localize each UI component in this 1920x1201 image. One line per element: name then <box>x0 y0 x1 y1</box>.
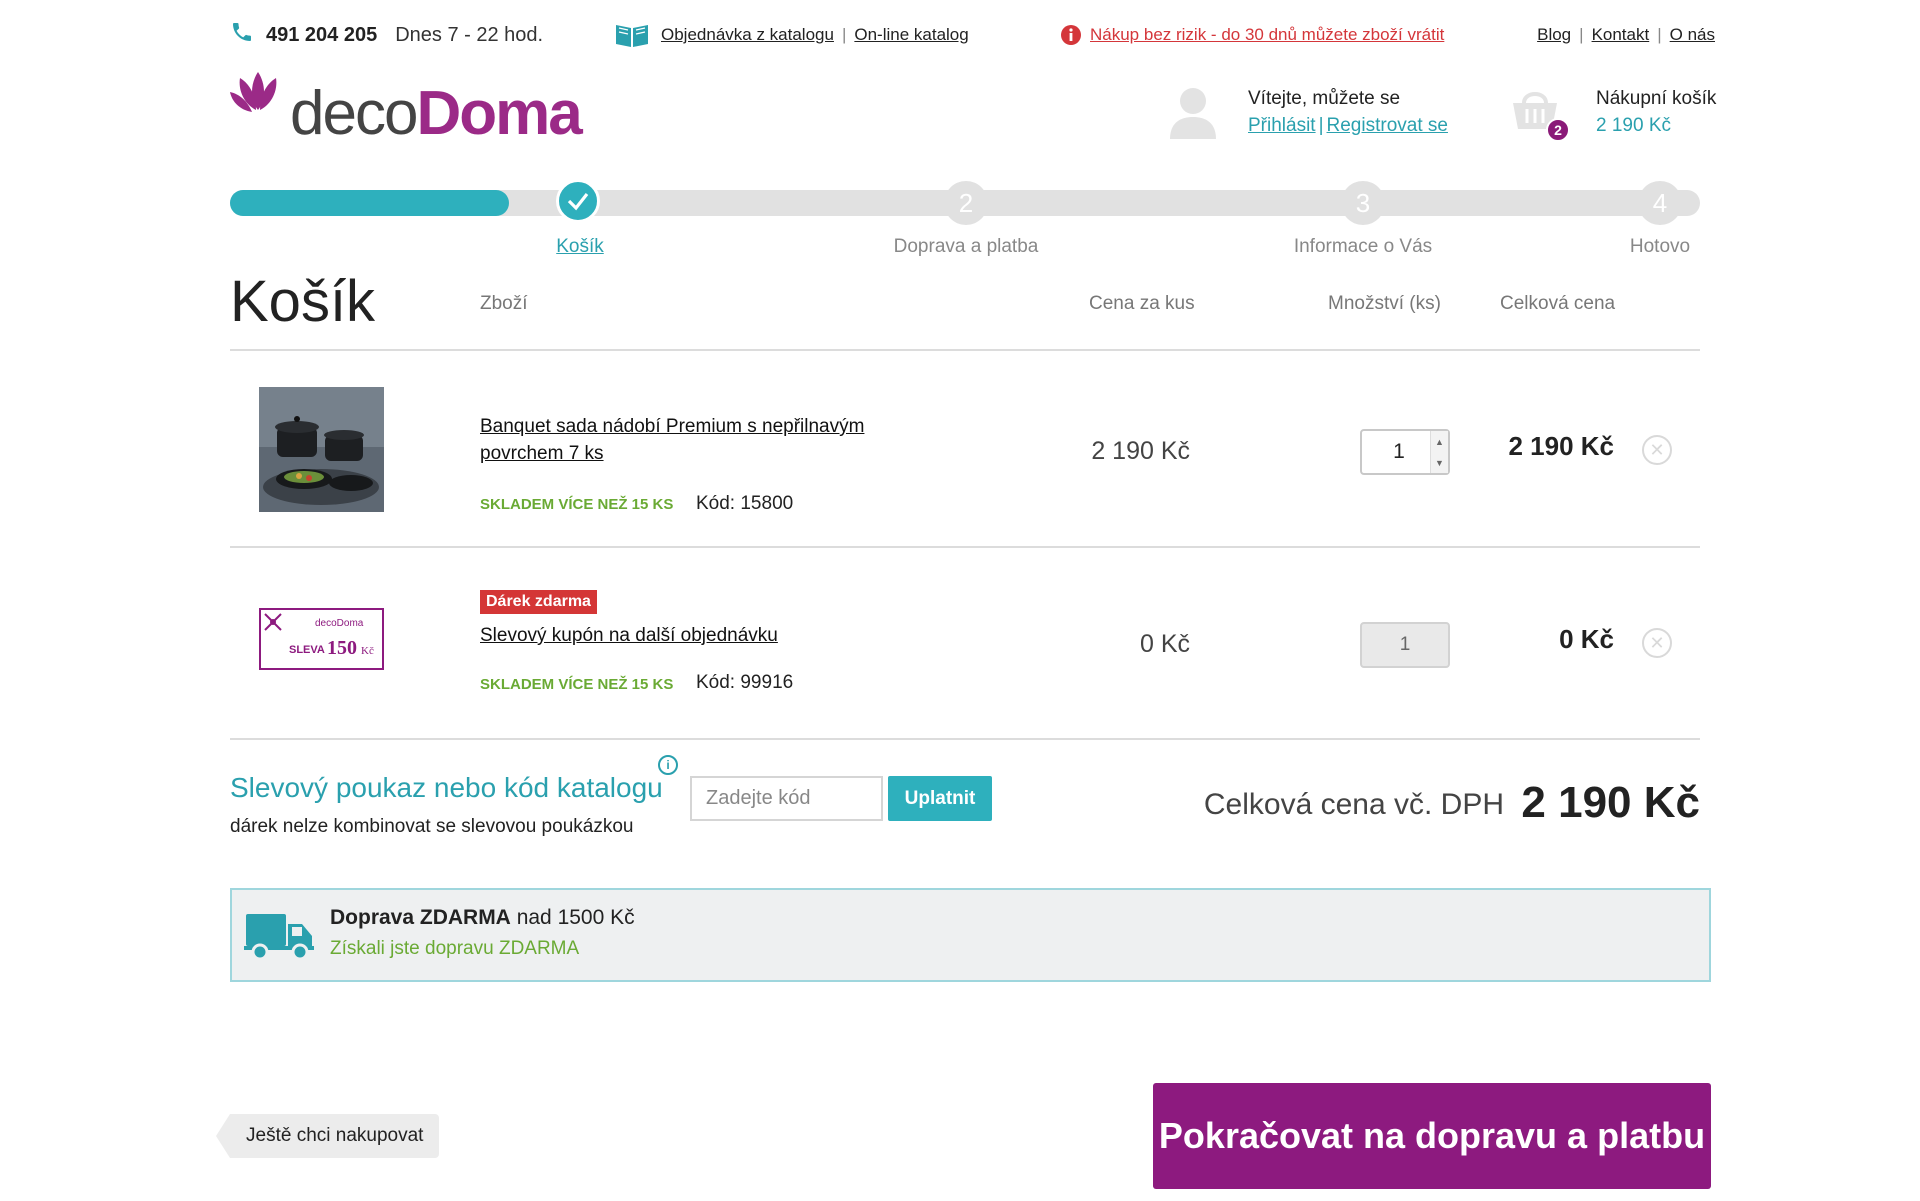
close-icon: ✕ <box>1649 439 1665 460</box>
column-header-product: Zboží <box>480 293 528 314</box>
info-icon[interactable]: i <box>658 755 678 775</box>
book-icon <box>615 22 649 48</box>
row-total: 0 Kč <box>1559 624 1614 654</box>
coupon-word: SLEVA <box>289 644 325 656</box>
remove-item-button[interactable]: ✕ <box>1642 628 1672 658</box>
product-image[interactable] <box>259 387 384 512</box>
account-box: Vítejte, můžete se Přihlásit | Registrovat… <box>1168 85 1448 144</box>
remove-item-button[interactable]: ✕ <box>1642 435 1672 465</box>
mini-cart[interactable]: 2 Nákupní košík 2 190 Kč <box>1510 85 1716 142</box>
cart-row: decoDoma SLEVA 150 Kč Dárek zdarma Slevo… <box>230 548 1700 738</box>
mini-cart-title: Nákupní košík <box>1596 88 1717 109</box>
contact-phone: 491 204 205 Dnes 7 - 22 hod. <box>230 20 543 50</box>
welcome-text: Vítejte, můžete se Přihlásit | Registrovat… <box>1248 85 1448 144</box>
product-code: Kód: 99916 <box>696 672 794 693</box>
step-3-dot: 3 <box>1341 181 1385 225</box>
separator: | <box>841 25 847 44</box>
no-risk-notice: Nákup bez rizik - do 30 dnů můžete zboží… <box>1060 20 1444 50</box>
shipping-status: Získali jste dopravu ZDARMA <box>330 938 580 959</box>
continue-to-shipping-button[interactable]: Pokračovat na dopravu a platbu <box>1153 1083 1711 1189</box>
page-title: Košík <box>230 269 376 334</box>
opening-hours: Dnes 7 - 22 hod. <box>395 23 544 46</box>
coupon-brand: decoDoma <box>315 618 364 629</box>
mini-cart-total: 2 190 Kč <box>1596 115 1671 136</box>
basket: 2 <box>1510 85 1570 142</box>
info-icon <box>1060 24 1082 46</box>
truck-icon <box>244 910 316 967</box>
separator: | <box>1579 25 1584 44</box>
register-link[interactable]: Registrovat se <box>1327 115 1448 136</box>
product-name-link[interactable]: Banquet sada nádobí Premium s nepřilnavý… <box>480 413 910 467</box>
step-4-label: Hotovo <box>1629 236 1691 257</box>
catalog-order-link[interactable]: Objednávka z katalogu <box>661 25 834 45</box>
close-icon: ✕ <box>1649 632 1665 653</box>
lotus-icon <box>230 70 286 116</box>
quantity-readonly: 1 <box>1360 622 1450 668</box>
stock-status: SKLADEM VÍCE NEŽ 15 KS <box>480 676 674 693</box>
user-icon <box>1168 85 1218 144</box>
row-total: 2 190 Kč <box>1508 431 1614 461</box>
catalog-links: Objednávka z katalogu | On-line katalog <box>615 20 969 50</box>
step-1-dot[interactable] <box>556 179 600 223</box>
progress-fill <box>230 190 510 216</box>
coupon-amount: 150 <box>327 637 357 659</box>
checkout-progress: 2 3 4 Košík Doprava a platba Informace o… <box>230 179 1720 262</box>
mini-cart-text: Nákupní košík 2 190 Kč <box>1596 85 1716 139</box>
grand-total-label: Celková cena vč. DPH <box>1203 788 1504 821</box>
free-shipping-box: Doprava ZDARMA nad 1500 Kč Získali jste … <box>230 888 1711 982</box>
separator: | <box>1657 25 1662 44</box>
coupon-currency: Kč <box>361 645 374 657</box>
coupon-note: dárek nelze kombinovat se slevovou pouká… <box>230 816 634 837</box>
coupon-title: Slevový poukaz nebo kód katalogu <box>230 772 663 803</box>
grand-total-value: 2 190 Kč <box>1521 778 1700 827</box>
stock-status: SKLADEM VÍCE NEŽ 15 KS <box>480 496 674 513</box>
welcome-label: Vítejte, můžete se <box>1248 88 1401 109</box>
shipping-title: Doprava ZDARMA nad 1500 Kč <box>330 906 635 929</box>
quantity-stepper[interactable]: 1 ▲ ▼ <box>1360 429 1450 475</box>
top-links: Blog | Kontakt | O nás <box>1537 20 1715 50</box>
step-1-label[interactable]: Košík <box>556 236 604 258</box>
divider <box>230 738 1700 740</box>
about-link[interactable]: O nás <box>1670 25 1715 45</box>
contact-link[interactable]: Kontakt <box>1592 25 1650 45</box>
chevron-down-icon[interactable]: ▼ <box>1435 458 1444 468</box>
column-header-total: Celková cena <box>1500 293 1616 314</box>
cart-count-badge: 2 <box>1546 118 1570 142</box>
gift-badge: Dárek zdarma <box>480 590 597 614</box>
online-catalog-link[interactable]: On-line katalog <box>854 25 968 45</box>
coupon-image[interactable]: decoDoma SLEVA 150 Kč <box>259 608 384 670</box>
site-logo[interactable]: decoDoma <box>230 70 583 148</box>
separator: | <box>1318 115 1324 136</box>
coupon-code-input[interactable] <box>690 776 883 821</box>
unit-price: 0 Kč <box>1139 630 1190 658</box>
step-2-label: Doprava a platba <box>893 236 1039 257</box>
step-2-dot: 2 <box>944 181 988 225</box>
top-bar: 491 204 205 Dnes 7 - 22 hod. Objednávka … <box>230 20 1715 50</box>
quantity-value[interactable]: 1 <box>1362 440 1430 464</box>
logo-text: decoDoma <box>290 79 583 148</box>
apply-coupon-button[interactable]: Uplatnit <box>888 776 992 821</box>
phone-number: 491 204 205 <box>266 23 378 46</box>
chevron-up-icon[interactable]: ▲ <box>1435 437 1444 447</box>
product-code: Kód: 15800 <box>696 493 794 514</box>
cart-row: Banquet sada nádobí Premium s nepřilnavý… <box>230 351 1700 546</box>
product-name-link[interactable]: Slevový kupón na další objednávku <box>480 622 910 649</box>
no-risk-link[interactable]: Nákup bez rizik - do 30 dnů můžete zboží… <box>1090 25 1444 45</box>
check-icon <box>567 191 589 211</box>
blog-link[interactable]: Blog <box>1537 25 1571 45</box>
phone-icon <box>230 20 254 50</box>
step-4-dot: 4 <box>1638 181 1682 225</box>
quantity-spinner[interactable]: ▲ ▼ <box>1430 431 1448 473</box>
continue-shopping-button[interactable]: Ještě chci nakupovat <box>216 1114 440 1158</box>
column-header-quantity: Množství (ks) <box>1328 293 1441 314</box>
login-link[interactable]: Přihlásit <box>1248 115 1316 136</box>
unit-price: 2 190 Kč <box>1091 437 1190 465</box>
step-3-label: Informace o Vás <box>1293 236 1433 257</box>
column-header-unit-price: Cena za kus <box>1089 293 1195 314</box>
